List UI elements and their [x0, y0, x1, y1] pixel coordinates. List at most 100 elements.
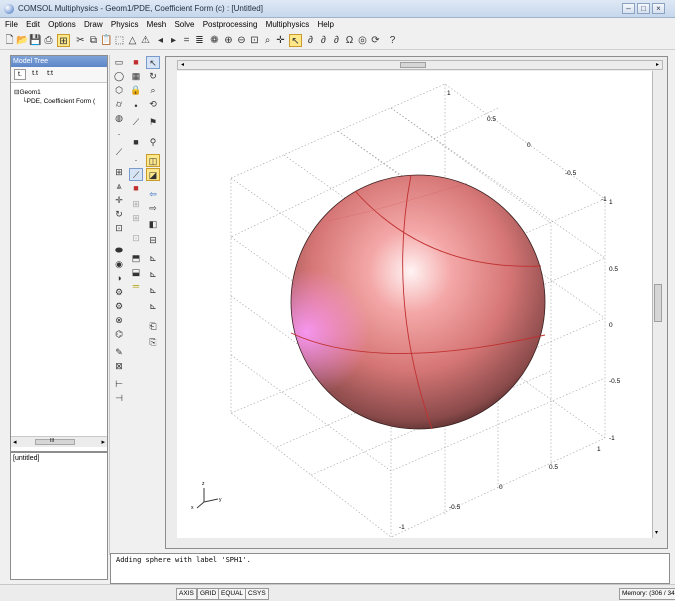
- menu-mesh[interactable]: Mesh: [144, 18, 170, 29]
- transparency-icon[interactable]: ◧: [146, 218, 160, 231]
- difference-icon[interactable]: ◑: [112, 272, 126, 285]
- status-csys-toggle[interactable]: CSYS: [245, 588, 269, 600]
- pan-icon[interactable]: ✛: [274, 34, 287, 47]
- view-yz-icon[interactable]: ⊾: [146, 268, 160, 281]
- rotate-view-icon[interactable]: ↻: [146, 70, 160, 83]
- back-arrow-icon[interactable]: ⇦: [146, 188, 160, 201]
- disabled-tool-1-icon[interactable]: ⊞: [129, 198, 143, 211]
- tree-view-button[interactable]: t.: [14, 69, 26, 80]
- union-icon[interactable]: ⬬: [112, 244, 126, 257]
- scroll-left-icon[interactable]: ◂: [13, 438, 17, 446]
- zoom-in-icon[interactable]: ⊕: [222, 34, 235, 47]
- drawing-vertical-scrollbar[interactable]: ▾: [652, 71, 663, 538]
- mirror-icon[interactable]: ⩓: [112, 180, 126, 193]
- mesh-mode-icon[interactable]: ◎: [356, 34, 369, 47]
- warning-icon[interactable]: ⚠: [139, 34, 152, 47]
- extrude-plane-icon[interactable]: ⬓: [129, 266, 143, 279]
- flag-icon[interactable]: ⚑: [146, 116, 160, 129]
- paste-icon[interactable]: 📋: [100, 34, 113, 47]
- save-icon[interactable]: 💾: [29, 34, 42, 47]
- scroll-down-icon[interactable]: ▾: [655, 529, 658, 536]
- scroll-left-icon[interactable]: ◂: [181, 61, 184, 68]
- dot-icon[interactable]: •: [129, 100, 143, 113]
- boundary-mode-icon[interactable]: ∂: [330, 34, 343, 47]
- line-icon[interactable]: ⟋: [112, 146, 126, 159]
- ellipse-icon[interactable]: ◯: [112, 70, 126, 83]
- delete-faces-icon[interactable]: ⌬: [112, 328, 126, 341]
- view-zx-icon[interactable]: ⊾: [146, 284, 160, 297]
- open-file-icon[interactable]: 📂: [16, 34, 29, 47]
- cut-icon[interactable]: ✂: [74, 34, 87, 47]
- horizontal-scroll-thumb[interactable]: [400, 62, 426, 68]
- arrows-right-icon[interactable]: ▸: [167, 34, 180, 47]
- drawing-horizontal-scrollbar[interactable]: ◂ ▸: [177, 60, 663, 70]
- status-axis-toggle[interactable]: AXIS: [176, 588, 197, 600]
- zoom-window-icon[interactable]: ⊡: [248, 34, 261, 47]
- zoom-out-icon[interactable]: ⊖: [235, 34, 248, 47]
- panel-divider[interactable]: [109, 55, 110, 555]
- select-arrow-icon[interactable]: ↖: [146, 56, 160, 69]
- embed-icon[interactable]: ⊠: [112, 360, 126, 373]
- status-grid-toggle[interactable]: GRID: [197, 588, 220, 600]
- point-icon[interactable]: ·: [112, 128, 126, 141]
- red-rect-icon[interactable]: ■: [129, 182, 143, 195]
- solve-mode-icon[interactable]: ⟳: [369, 34, 382, 47]
- line-draw-icon[interactable]: ⟋: [129, 116, 143, 129]
- rect-fill-icon[interactable]: ■: [129, 136, 143, 149]
- view-xy-icon[interactable]: ⊾: [146, 252, 160, 265]
- disabled-tool-2-icon[interactable]: ⊞: [129, 212, 143, 225]
- solve-icon[interactable]: ≣: [193, 34, 206, 47]
- tree-item-pde[interactable]: └PDE, Coefficient Form (: [22, 98, 95, 105]
- camera-icon[interactable]: ⎗: [146, 320, 160, 333]
- menu-postprocessing[interactable]: Postprocessing: [200, 18, 261, 29]
- scale-icon[interactable]: ⊡: [112, 222, 126, 235]
- light-icon[interactable]: ⊟: [146, 234, 160, 247]
- select-mode-icon[interactable]: ↖: [289, 34, 302, 47]
- orbit-icon[interactable]: ⟲: [146, 98, 160, 111]
- disabled-tool-3-icon[interactable]: ⊡: [129, 232, 143, 245]
- block-icon[interactable]: ⬡: [112, 84, 126, 97]
- forward-arrow-icon[interactable]: ⇨: [146, 202, 160, 215]
- point-mode-icon[interactable]: ∂: [317, 34, 330, 47]
- menu-physics[interactable]: Physics: [108, 18, 142, 29]
- scroll-right-icon[interactable]: ▸: [656, 61, 659, 68]
- geometry-canvas[interactable]: 1 0.5 0 -0.5 -1 1 0.5 0 -0.5 -1 -1 -0.5 …: [177, 71, 652, 538]
- rectangle-icon[interactable]: ▭: [112, 56, 126, 69]
- maximize-button[interactable]: □: [637, 3, 650, 14]
- create-composite-icon[interactable]: ⚙: [112, 286, 126, 299]
- measure-icon[interactable]: ⊢: [112, 378, 126, 391]
- lock-icon[interactable]: 🔒: [129, 84, 143, 97]
- intersection-icon[interactable]: ◉: [112, 258, 126, 271]
- highlight-tool-icon[interactable]: ◫: [146, 154, 160, 167]
- model-tree-toggle-icon[interactable]: ⊞: [57, 34, 70, 47]
- minimize-button[interactable]: –: [622, 3, 635, 14]
- view-default-icon[interactable]: ⊾: [146, 300, 160, 313]
- scroll-right-icon[interactable]: ▸: [101, 438, 105, 446]
- select-icon[interactable]: ⬚: [113, 34, 126, 47]
- cylinder-icon[interactable]: ⌭: [112, 98, 126, 111]
- model-tree-scrollbar[interactable]: ◂ III ▸: [11, 436, 107, 447]
- stop-icon[interactable]: ■: [129, 56, 143, 69]
- equal-bars-icon[interactable]: ═: [129, 280, 143, 293]
- close-button[interactable]: ×: [652, 3, 665, 14]
- menu-edit[interactable]: Edit: [23, 18, 43, 29]
- tree-item-geom1[interactable]: ⊟Geom1: [14, 88, 41, 96]
- equals-icon[interactable]: =: [180, 34, 193, 47]
- work-plane-icon[interactable]: ⬒: [129, 252, 143, 265]
- pen-icon[interactable]: ✎: [112, 346, 126, 359]
- menu-solve[interactable]: Solve: [171, 18, 197, 29]
- print-icon[interactable]: ⎙: [42, 34, 55, 47]
- move-icon[interactable]: ✛: [112, 194, 126, 207]
- refine-icon[interactable]: ❁: [208, 34, 221, 47]
- new-file-icon[interactable]: 🗋: [3, 34, 16, 47]
- array-icon[interactable]: ⊞: [112, 166, 126, 179]
- extrude-icon[interactable]: ⊣: [112, 392, 126, 405]
- lasso-icon[interactable]: ◪: [146, 168, 160, 181]
- menu-multiphysics[interactable]: Multiphysics: [263, 18, 313, 29]
- tree-collapse-button[interactable]: t:t: [44, 69, 56, 80]
- tree-expand-button[interactable]: t.t: [29, 69, 41, 80]
- zoom-extents-icon[interactable]: ⌕: [261, 34, 274, 47]
- grid-icon[interactable]: ▦: [129, 70, 143, 83]
- split-icon[interactable]: ⊗: [112, 314, 126, 327]
- model-tree-scroll-thumb[interactable]: III: [35, 438, 75, 445]
